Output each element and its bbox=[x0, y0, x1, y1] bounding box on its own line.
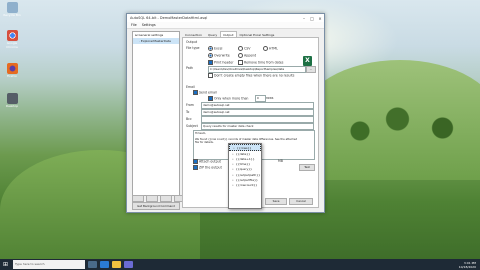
task-view-icon[interactable] bbox=[88, 261, 97, 268]
rows-label: rows bbox=[266, 96, 274, 100]
from-label: From bbox=[186, 103, 194, 107]
system-tray-clock[interactable]: 3:01 PM 10/18/2020 bbox=[459, 261, 480, 269]
dont-create-empty-checkbox[interactable]: Don't create empty files when there are … bbox=[208, 73, 294, 78]
radio-icon bbox=[208, 46, 213, 51]
menu-bar: File Settings bbox=[127, 22, 324, 29]
save-button[interactable]: Save bbox=[265, 198, 287, 205]
wallpaper-trees bbox=[330, 95, 480, 155]
from-input[interactable]: demo@autosql.net bbox=[201, 102, 314, 109]
menu-settings[interactable]: Settings bbox=[142, 23, 156, 27]
checkbox-icon bbox=[208, 96, 213, 101]
mb-label: MB bbox=[278, 159, 283, 163]
get-background-command-button[interactable]: Get Background Command bbox=[132, 202, 180, 210]
test-button[interactable]: Test bbox=[299, 164, 315, 171]
checkbox-icon bbox=[238, 60, 243, 65]
taskbar: ⊞ Type here to search 3:01 PM 10/18/2020 bbox=[0, 259, 480, 270]
to-label: To bbox=[186, 110, 190, 114]
to-input[interactable]: demo@autosql.net bbox=[201, 109, 314, 116]
taskbar-search-input[interactable]: Type here to search bbox=[13, 260, 85, 269]
copy-query-button[interactable] bbox=[146, 195, 158, 202]
radio-icon bbox=[263, 46, 268, 51]
chrome-icon bbox=[6, 30, 18, 41]
desktop-icon-label: Firefox bbox=[7, 74, 17, 78]
email-section-label: Email bbox=[186, 85, 195, 89]
zip-output-checkbox[interactable]: ZIP the output bbox=[193, 165, 222, 170]
desktop-icon-recycle-bin[interactable]: Recycle Bin bbox=[2, 2, 22, 18]
desktop-icon-firefox[interactable]: Firefox bbox=[2, 63, 22, 79]
radio-icon bbox=[208, 53, 213, 58]
radio-icon bbox=[238, 53, 243, 58]
dropdown-item[interactable]: {{outputpath}} bbox=[229, 172, 261, 177]
path-input[interactable]: C:\Users\Dev\OneDrive\Desktop\ReportSamp… bbox=[208, 66, 306, 73]
desktop-icon-chrome[interactable]: Google Chrome bbox=[2, 30, 22, 49]
dropdown-item[interactable]: {{rowcount}} bbox=[229, 182, 261, 187]
tree-toolbar bbox=[132, 195, 186, 202]
path-label: Path bbox=[186, 66, 194, 70]
excel-icon: X bbox=[303, 56, 312, 66]
dropdown-item[interactable]: {{outputfile}} bbox=[229, 177, 261, 182]
file-type-label: File type bbox=[186, 46, 200, 50]
firefox-icon bbox=[6, 63, 18, 74]
bcc-label: Bcc bbox=[186, 117, 192, 121]
computer-icon bbox=[6, 93, 18, 104]
only-when-checkbox[interactable]: Only when more than bbox=[208, 96, 248, 101]
subject-input[interactable]: Query results for master data check bbox=[201, 123, 314, 130]
menu-file[interactable]: File bbox=[131, 23, 137, 27]
desktop-icon-label: Desktop bbox=[5, 104, 19, 108]
file-type-html[interactable]: HTML bbox=[263, 46, 278, 51]
output-section-label: Output bbox=[186, 40, 198, 44]
edge-icon[interactable] bbox=[100, 261, 109, 268]
tree-item-query[interactable]: · ExplorerMasterData bbox=[133, 38, 179, 44]
checkbox-icon bbox=[208, 60, 213, 65]
mode-append[interactable]: Append bbox=[238, 53, 256, 58]
settings-tree: ⊟ General settings · ExplorerMasterData bbox=[132, 31, 180, 196]
recycle-bin-icon bbox=[6, 2, 18, 13]
attach-output-checkbox[interactable]: Attach output bbox=[193, 159, 221, 164]
dropdown-item[interactable]: {{rows}} bbox=[229, 144, 261, 152]
desktop-icon-label: Google Chrome bbox=[6, 41, 18, 49]
bcc-input[interactable] bbox=[201, 116, 314, 123]
window-title: AutoSQL 64-bit - DemoMasterDataHtml.asql bbox=[130, 16, 208, 20]
radio-icon bbox=[238, 46, 243, 51]
delete-query-button[interactable] bbox=[160, 195, 172, 202]
close-icon[interactable]: × bbox=[316, 16, 324, 21]
checkbox-icon bbox=[193, 165, 198, 170]
checkbox-icon bbox=[193, 159, 198, 164]
subject-label: Subject bbox=[186, 124, 198, 128]
placeholder-dropdown: {{rows}} {{date}} {{date+1}} {{time}} {{… bbox=[228, 143, 262, 209]
clock-date: 10/18/2020 bbox=[458, 264, 476, 269]
checkbox-icon bbox=[193, 90, 198, 95]
autosql-window: AutoSQL 64-bit - DemoMasterDataHtml.asql… bbox=[126, 13, 325, 213]
print-header-checkbox[interactable]: Print header bbox=[208, 60, 234, 65]
mode-overwrite[interactable]: Overwrite bbox=[208, 53, 230, 58]
file-explorer-icon[interactable] bbox=[112, 261, 121, 268]
minimize-icon[interactable]: – bbox=[300, 16, 308, 21]
autosql-taskbar-icon[interactable] bbox=[124, 261, 133, 268]
file-type-csv[interactable]: CSV bbox=[238, 46, 250, 51]
browse-button[interactable]: ... bbox=[306, 66, 316, 73]
desktop-icon-label: Recycle Bin bbox=[3, 13, 21, 17]
window-titlebar: AutoSQL 64-bit - DemoMasterDataHtml.asql… bbox=[127, 14, 324, 22]
checkbox-icon bbox=[208, 73, 213, 78]
cancel-button[interactable]: Cancel bbox=[289, 198, 313, 205]
file-type-excel[interactable]: Excel bbox=[208, 46, 222, 51]
add-query-button[interactable] bbox=[132, 195, 144, 202]
remove-time-checkbox[interactable]: Remove time from dates bbox=[238, 60, 283, 65]
windows-start-icon[interactable]: ⊞ bbox=[0, 261, 11, 268]
desktop-icon-desktop[interactable]: Desktop bbox=[2, 93, 22, 109]
send-email-checkbox[interactable]: Send email bbox=[193, 90, 217, 95]
threshold-input[interactable]: 0 bbox=[255, 95, 266, 102]
maximize-icon[interactable]: □ bbox=[308, 16, 316, 21]
